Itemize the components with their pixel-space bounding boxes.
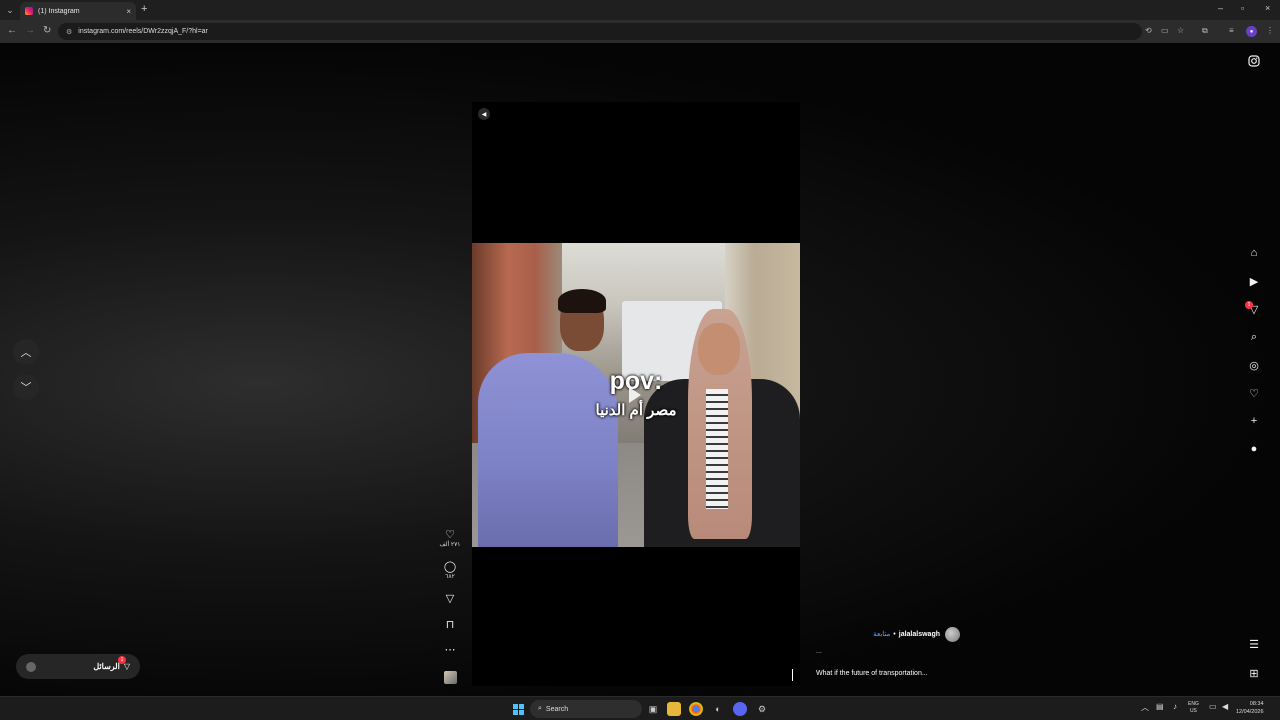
comment-count: ٦٨٢ bbox=[445, 574, 455, 580]
file-explorer-icon[interactable] bbox=[667, 702, 681, 716]
bookmark-icon: ⊓ bbox=[445, 619, 455, 631]
address-bar[interactable]: ⚙ instagram.com/reels/DWr2zzqjA_F/?hl=ar bbox=[58, 23, 1142, 40]
language-indicator[interactable]: ENG US bbox=[1188, 701, 1199, 715]
extensions-icon[interactable]: ⧉ bbox=[1202, 26, 1208, 36]
windows-taskbar: ⌕ Search ▣ ◐ ⚙ ︿ ▤ ♪ ENG US ▭ ◀ 08:34 12/… bbox=[0, 696, 1280, 720]
taskbar-search-label: Search bbox=[545, 705, 569, 713]
comment-icon: ◯ bbox=[443, 561, 457, 573]
messages-label: الرسائل bbox=[93, 662, 120, 671]
more-options-button[interactable]: ⋯ bbox=[438, 644, 462, 656]
heart-nav-icon[interactable]: ♡ bbox=[1244, 383, 1264, 403]
author-username[interactable]: jalalalswagh bbox=[899, 631, 940, 638]
task-view-icon[interactable]: ▣ bbox=[646, 702, 660, 716]
volume-icon[interactable]: ◀ bbox=[1222, 702, 1228, 711]
bookmark-star-icon[interactable]: ☆ bbox=[1177, 26, 1184, 35]
tab-close-button[interactable]: × bbox=[126, 7, 131, 16]
settings-icon[interactable]: ⚙ bbox=[755, 702, 769, 716]
new-tab-button[interactable]: + bbox=[141, 3, 147, 15]
author-avatar[interactable] bbox=[945, 626, 960, 642]
create-icon[interactable]: + bbox=[1244, 411, 1264, 431]
notification-badge: 1 bbox=[1245, 301, 1253, 309]
reels-icon[interactable]: ▶ bbox=[1244, 271, 1264, 291]
audio-thumbnail[interactable] bbox=[444, 671, 457, 684]
tab-strip: ⌄ (1) Instagram × + – ▫ × bbox=[0, 0, 1280, 20]
reel-author: متابعة • jalalalswagh bbox=[850, 626, 960, 642]
video-man-figure bbox=[478, 289, 618, 547]
more-icon: ⋯ bbox=[444, 644, 456, 656]
play-icon[interactable] bbox=[629, 387, 641, 403]
search-icon[interactable]: ⌕ bbox=[1244, 327, 1264, 347]
browser-menu-icon[interactable]: ⋮ bbox=[1266, 26, 1274, 35]
windows-start-icon[interactable] bbox=[511, 702, 525, 716]
back-icon[interactable]: ← bbox=[7, 25, 17, 36]
threads-apps-icon[interactable]: ⊞ bbox=[1244, 663, 1264, 683]
like-count: ٢٧١ ألف bbox=[439, 542, 461, 548]
mute-toggle-button[interactable]: ◀ bbox=[478, 108, 490, 120]
send-icon: ▽ bbox=[123, 662, 130, 671]
explore-icon[interactable]: ◎ bbox=[1244, 355, 1264, 375]
search-icon: ⌕ bbox=[538, 705, 542, 712]
video-woman-figure bbox=[644, 309, 800, 547]
menu-icon[interactable]: ☰ bbox=[1244, 634, 1264, 654]
tab-title: (1) Instagram bbox=[38, 7, 80, 15]
send-icon: ▽ bbox=[445, 593, 455, 605]
clock-date: 12/04/2026 bbox=[1236, 709, 1264, 715]
chevron-down-icon: ⌄ bbox=[6, 4, 14, 15]
heart-icon: ♡ bbox=[445, 529, 455, 541]
cast-icon[interactable]: ▭ bbox=[1161, 26, 1169, 35]
share-button[interactable]: ▽ bbox=[438, 593, 462, 605]
speaker-icon: ◀ bbox=[481, 111, 487, 118]
save-button[interactable]: ⊓ bbox=[438, 619, 462, 631]
video-overlay-text-ar: مصر أم الدنيا bbox=[595, 402, 677, 419]
network-icon[interactable]: ▭ bbox=[1209, 702, 1217, 711]
close-window-button[interactable]: × bbox=[1265, 3, 1270, 13]
minimize-button[interactable]: – bbox=[1218, 3, 1223, 13]
maximize-button[interactable]: ▫ bbox=[1241, 3, 1244, 13]
tray-app-icon[interactable]: ▤ bbox=[1156, 702, 1164, 711]
url-text: instagram.com/reels/DWr2zzqjA_F/?hl=ar bbox=[78, 28, 208, 35]
forward-icon[interactable]: → bbox=[25, 25, 35, 36]
profile-icon[interactable]: ● bbox=[1244, 439, 1264, 459]
text-cursor bbox=[792, 669, 793, 681]
reload-icon[interactable]: ↻ bbox=[43, 25, 51, 36]
previous-reel-button[interactable]: ︿ bbox=[13, 339, 39, 365]
discord-icon[interactable] bbox=[733, 702, 747, 716]
taskbar-search[interactable]: ⌕ Search bbox=[530, 700, 642, 718]
chevron-up-icon: ︿ bbox=[20, 347, 32, 359]
app-icon[interactable]: ◐ bbox=[711, 702, 725, 716]
reel-caption[interactable]: What if the future of transportation... bbox=[816, 670, 928, 677]
tab-search-button[interactable]: ⌄ bbox=[0, 0, 20, 20]
reel-player[interactable]: ◀ pov: مصر أم الدنيا bbox=[472, 102, 800, 686]
caption-more[interactable]: ... bbox=[816, 648, 822, 655]
messages-badge: 1 bbox=[118, 656, 126, 664]
taskbar-clock[interactable]: 08:34 12/04/2026 bbox=[1236, 700, 1264, 716]
next-reel-button[interactable]: ﹀ bbox=[13, 374, 39, 400]
messages-avatar bbox=[26, 661, 36, 672]
chrome-icon[interactable] bbox=[689, 702, 703, 716]
home-icon[interactable]: ⌂ bbox=[1244, 243, 1264, 263]
profile-avatar[interactable]: ● bbox=[1246, 26, 1257, 37]
browser-toolbar: ← → ↻ ⚙ instagram.com/reels/DWr2zzqjA_F/… bbox=[0, 20, 1280, 43]
tab-instagram[interactable]: (1) Instagram × bbox=[20, 2, 136, 20]
comment-button[interactable]: ◯ ٦٨٢ bbox=[438, 561, 462, 580]
author-separator: • bbox=[893, 630, 896, 638]
translate-icon[interactable]: ⟲ bbox=[1145, 26, 1152, 35]
chevron-down-icon: ﹀ bbox=[20, 382, 32, 394]
microphone-icon[interactable]: ♪ bbox=[1173, 702, 1177, 711]
reading-list-icon[interactable]: ≡ bbox=[1229, 26, 1234, 35]
tray-overflow-icon[interactable]: ︿ bbox=[1141, 702, 1149, 713]
browser-window: ⌄ (1) Instagram × + – ▫ × ← → ↻ ⚙ instag… bbox=[0, 0, 1280, 720]
clock-time: 08:34 bbox=[1249, 701, 1264, 707]
instagram-favicon-icon bbox=[25, 7, 33, 15]
follow-button[interactable]: متابعة bbox=[873, 630, 890, 638]
instagram-logo-icon[interactable] bbox=[1244, 51, 1264, 71]
site-info-icon[interactable]: ⚙ bbox=[66, 28, 72, 36]
like-button[interactable]: ♡ ٢٧١ ألف bbox=[438, 529, 462, 548]
reel-video-frame[interactable]: pov: مصر أم الدنيا bbox=[472, 243, 800, 547]
instagram-page: ︿ ﹀ ◀ pov: مصر أم الدنيا ♡ ٢٧١ ألف ◯ ٦٨٢… bbox=[0, 43, 1280, 696]
